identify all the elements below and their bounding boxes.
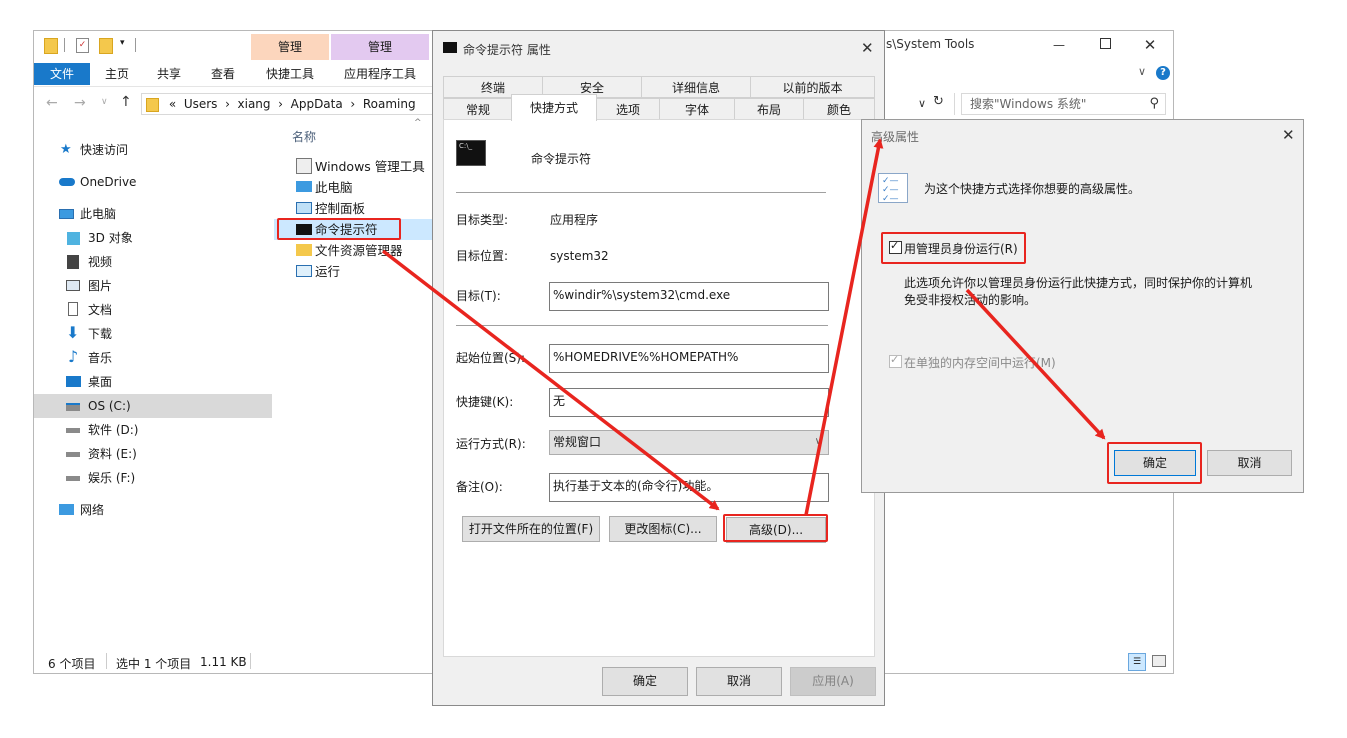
arrow-cmd-to-advanced — [381, 249, 720, 511]
arrow-admin-to-ok — [965, 288, 1106, 440]
arrow-advanced-to-dialog — [804, 138, 884, 516]
annotation-arrows — [381, 138, 1106, 516]
tab-shortcut[interactable]: 快捷方式 — [511, 94, 597, 121]
